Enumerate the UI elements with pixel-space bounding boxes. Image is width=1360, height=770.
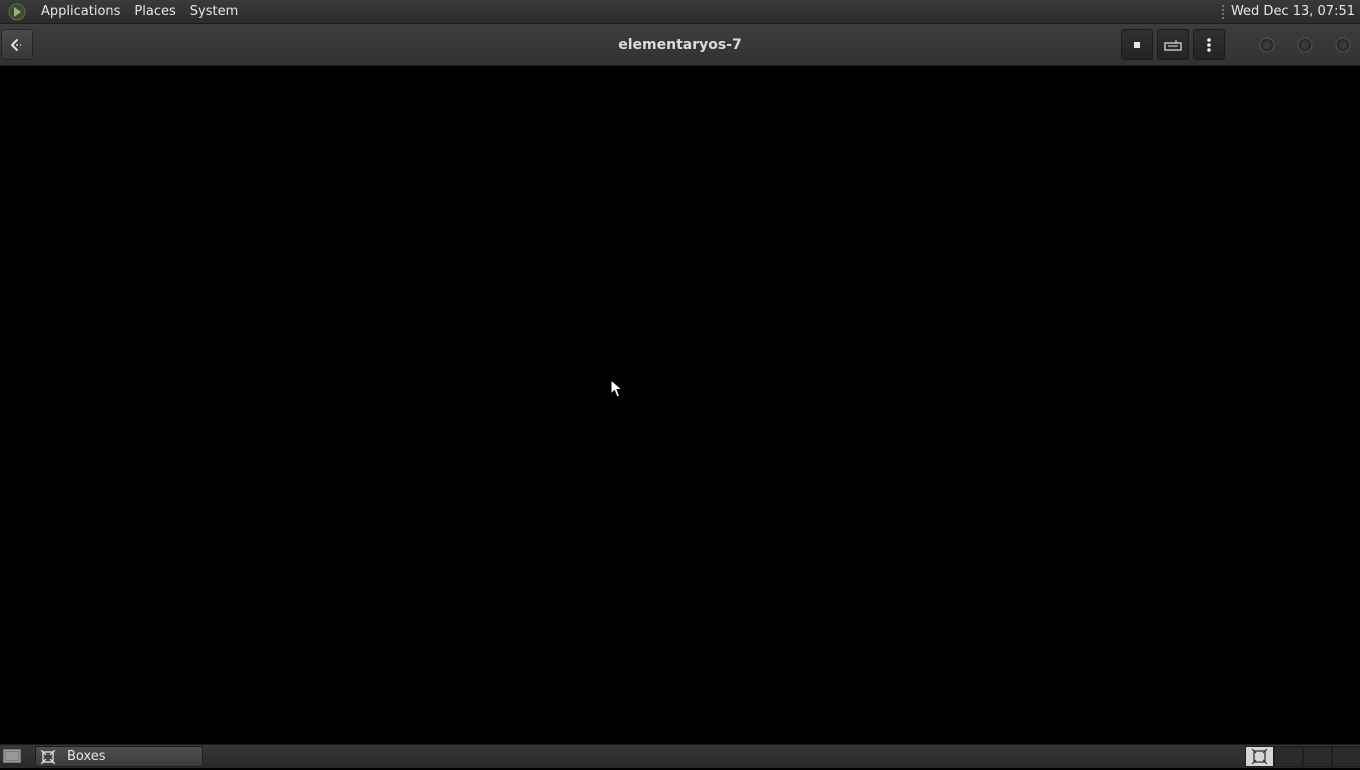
- task-button-label: Boxes: [67, 749, 106, 764]
- minimize-icon: [1259, 37, 1275, 53]
- workspace-1[interactable]: [1245, 746, 1274, 767]
- menu-system[interactable]: System: [183, 0, 245, 24]
- close-icon: [1335, 37, 1351, 53]
- panel-drag-handle[interactable]: [1220, 3, 1225, 20]
- back-arrow-icon: [11, 38, 21, 51]
- show-desktop-button[interactable]: [2, 748, 22, 765]
- mouse-pointer-icon: [610, 379, 624, 398]
- task-button-boxes[interactable]: Boxes: [35, 746, 203, 767]
- workspace-3[interactable]: [1303, 746, 1332, 767]
- workspace-4[interactable]: [1332, 746, 1360, 767]
- maximize-button[interactable]: [1296, 36, 1314, 54]
- minimize-button[interactable]: [1258, 36, 1276, 54]
- close-button[interactable]: [1334, 36, 1352, 54]
- back-button[interactable]: [1, 29, 33, 60]
- headerbar: elementaryos-7: [0, 24, 1360, 66]
- stop-square-icon: [1134, 41, 1140, 48]
- menu-places[interactable]: Places: [127, 0, 182, 24]
- workspace-2[interactable]: [1274, 746, 1303, 767]
- keyboard-icon: [1164, 39, 1182, 51]
- maximize-icon: [1297, 37, 1313, 53]
- vertical-dots-icon: [1207, 37, 1211, 52]
- clock[interactable]: Wed Dec 13, 07:51: [1231, 4, 1360, 19]
- menu-button[interactable]: [1193, 29, 1225, 60]
- boxes-app-icon: [1251, 748, 1268, 765]
- window-title: elementaryos-7: [618, 37, 742, 53]
- vm-display[interactable]: [0, 66, 1360, 744]
- menu-applications[interactable]: Applications: [34, 0, 127, 24]
- gnome-foot-logo-icon[interactable]: [8, 3, 26, 21]
- keyboard-button[interactable]: [1157, 29, 1189, 60]
- stop-button[interactable]: [1121, 29, 1153, 60]
- top-panel: Applications Places System Wed Dec 13, 0…: [0, 0, 1360, 24]
- bottom-panel: Boxes: [0, 744, 1360, 768]
- show-desktop-icon: [3, 749, 21, 763]
- boxes-app-icon: [41, 749, 55, 764]
